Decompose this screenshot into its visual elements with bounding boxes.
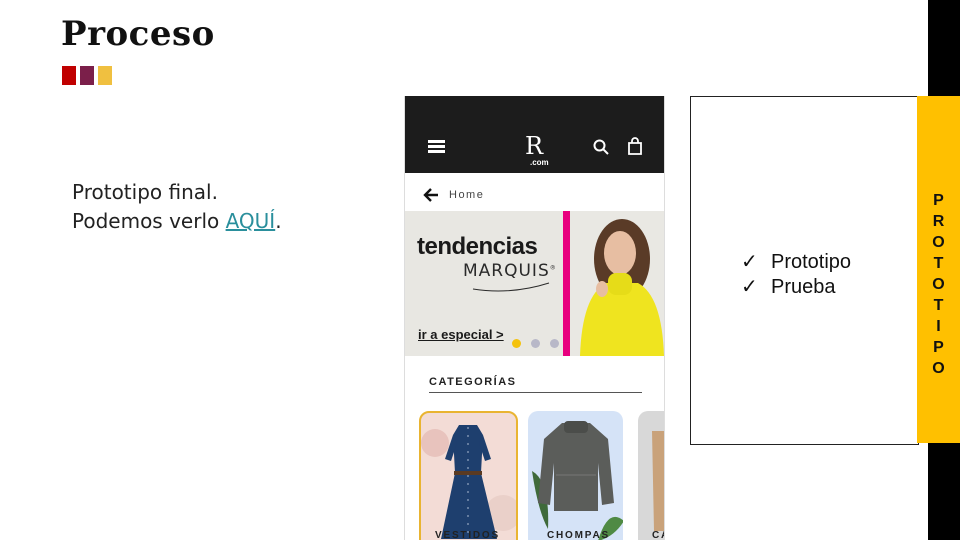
categories-title: CATEGORÍAS	[429, 376, 517, 388]
body-line-2-prefix: Podemos verlo	[72, 209, 226, 233]
info-panel: ✓ Prototipo ✓ Prueba	[690, 96, 919, 445]
vertical-letter: R	[932, 213, 945, 230]
logo-suffix: .com	[530, 158, 549, 167]
categories-divider	[429, 392, 642, 393]
carousel-dot-1[interactable]	[512, 339, 521, 348]
category-label-partial[interactable]: CA	[652, 530, 664, 540]
banner-brand-name: MARQUIS	[463, 261, 550, 281]
body-line-2: Podemos verlo AQUÍ.	[72, 207, 282, 236]
body-line-1: Prototipo final.	[72, 180, 218, 204]
vertical-letter: I	[936, 318, 941, 335]
brand-swoosh	[472, 282, 550, 292]
body-line-2-suffix: .	[275, 209, 282, 233]
accent-square-yellow	[98, 66, 112, 85]
check-icon: ✓	[741, 276, 758, 298]
app-header: R .com	[405, 96, 664, 173]
slide-title: Proceso	[61, 14, 215, 54]
vertical-letter: O	[932, 360, 945, 377]
sweater-image	[532, 421, 623, 540]
breadcrumb[interactable]: Home	[423, 188, 484, 202]
banner-title: tendencias	[417, 233, 538, 260]
menu-icon[interactable]	[428, 140, 445, 153]
vertical-letter: O	[932, 276, 945, 293]
carousel-dot-3[interactable]	[550, 339, 559, 348]
back-arrow-icon[interactable]	[423, 188, 439, 202]
category-card-chompas[interactable]	[528, 411, 623, 540]
accent-square-red	[62, 66, 76, 85]
coat-image	[652, 431, 664, 531]
checklist-item-prueba: Prueba	[771, 276, 836, 298]
vertical-letter: T	[933, 255, 944, 272]
checklist-item: ✓ Prototipo	[741, 250, 851, 275]
category-card-vestidos[interactable]	[419, 411, 518, 540]
body-text: Prototipo final. Podemos verlo AQUÍ.	[72, 178, 282, 236]
logo-letter[interactable]: R	[525, 132, 543, 160]
search-icon[interactable]	[593, 139, 609, 155]
breadcrumb-home[interactable]: Home	[449, 189, 484, 201]
vertical-letter: P	[933, 339, 944, 356]
vertical-letter: O	[932, 234, 945, 251]
vertical-letter: T	[933, 297, 944, 314]
aqui-link[interactable]: AQUÍ	[226, 209, 276, 233]
vertical-label-bar: P R O T O T I P O	[917, 96, 960, 443]
category-label-vestidos[interactable]: VESTIDOS	[435, 530, 500, 540]
vertical-letter: P	[933, 192, 944, 209]
carousel-dot-2[interactable]	[531, 339, 540, 348]
checklist: ✓ Prototipo ✓ Prueba	[741, 250, 851, 300]
checklist-item-prototipo: Prototipo	[771, 251, 852, 273]
dress-image	[421, 425, 516, 539]
banner-brand: MARQUIS®	[463, 261, 557, 281]
shopping-bag-icon[interactable]	[627, 137, 643, 155]
accent-square-purple	[80, 66, 94, 85]
banner-brand-mark: ®	[549, 264, 557, 272]
phone-prototype: R .com Home tendencias MARQUIS® ir a esp…	[404, 96, 665, 540]
model-photo	[570, 211, 664, 356]
category-card-partial[interactable]	[638, 411, 664, 540]
category-label-chompas[interactable]: CHOMPAS	[547, 530, 610, 540]
banner-link[interactable]: ir a especial >	[418, 327, 504, 342]
checklist-item: ✓ Prueba	[741, 275, 851, 300]
check-icon: ✓	[741, 251, 758, 273]
promo-banner[interactable]: tendencias MARQUIS® ir a especial >	[405, 211, 664, 356]
